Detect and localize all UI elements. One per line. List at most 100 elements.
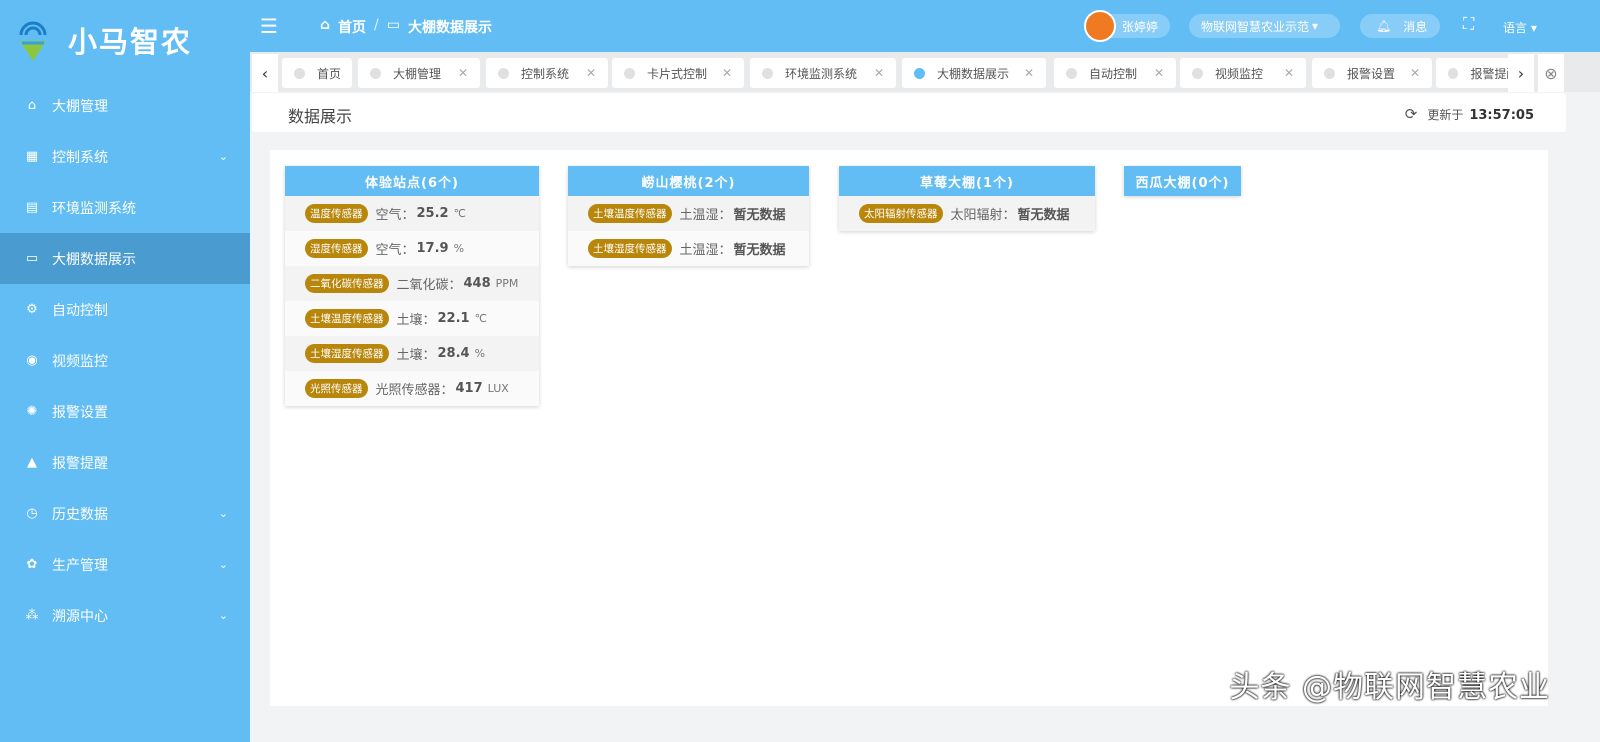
tab-label: 卡片式控制 <box>647 66 708 81</box>
user-name: 张婷婷 <box>1122 19 1159 34</box>
tab-0[interactable]: 首页 <box>282 58 352 88</box>
sensor-value: 25.2 <box>416 206 449 221</box>
sidebar: 小马智农 ⌂ 大棚管理 ▦ 控制系统 ⌄ ▤ 环境监测系统 ▭ 大棚数据展示 ⚙ 自动控制 ◉ 视频监控… <box>0 0 250 742</box>
card-title: 西瓜大棚(0个) <box>1124 166 1241 196</box>
language-label: 语言 <box>1503 21 1528 35</box>
messages-button[interactable]: 🔔︎ 消息 <box>1360 14 1440 38</box>
sensor-label: 空气： <box>375 243 415 258</box>
sensor-badge: 土壤温度传感器 <box>305 309 389 328</box>
project-name: 物联网智慧农业示范 <box>1201 19 1310 34</box>
sidebar-item-2[interactable]: ▤ 环境监测系统 <box>0 182 250 233</box>
tab-status-dot <box>370 67 381 79</box>
refresh-icon[interactable]: ⟳ <box>1405 105 1418 123</box>
trace-icon: ⁂ <box>25 608 39 623</box>
sidebar-item-4[interactable]: ⚙ 自动控制 <box>0 284 250 335</box>
sensor-row: 太阳辐射传感器 太阳辐射： 暂无数据 <box>839 196 1095 231</box>
sidebar-item-5[interactable]: ◉ 视频监控 <box>0 335 250 386</box>
language-select[interactable]: 语言 ▾ <box>1503 19 1537 36</box>
tab-scroll-right[interactable]: › <box>1508 54 1534 92</box>
sensor-label: 土温湿： <box>679 208 732 223</box>
tab-label: 首页 <box>317 66 342 81</box>
grid-icon: ▦ <box>25 149 39 164</box>
tab-8[interactable]: 报警设置 ✕ <box>1312 58 1432 88</box>
breadcrumb-current: 大棚数据展示 <box>407 20 492 36</box>
tab-9[interactable]: 报警提醒 <box>1436 58 1516 88</box>
close-icon[interactable]: ✕ <box>1410 66 1420 80</box>
close-icon[interactable]: ✕ <box>586 66 596 80</box>
sensor-badge: 土壤温度传感器 <box>588 204 672 223</box>
sidebar-item-label: 生产管理 <box>52 557 108 574</box>
tab-bar: ‹ 首页 大棚管理 ✕ 控制系统 ✕ 卡片式控制 ✕ 环境监测系统 ✕ 大棚数据展示 ✕ 自动控制 ✕ 视… <box>250 52 1600 92</box>
sidebar-item-0[interactable]: ⌂ 大棚管理 <box>0 80 250 131</box>
chevron-down-icon[interactable]: ⌄ <box>219 609 228 622</box>
top-header: ☰ ⌂ 首页 / ▭ 大棚数据展示 张婷婷 物联网智慧农业示范 ▾ 🔔︎ 消息 ⛶ … <box>250 0 1600 52</box>
breadcrumb-home[interactable]: 首页 <box>338 17 366 37</box>
tab-status-dot <box>1448 67 1459 79</box>
project-select[interactable]: 物联网智慧农业示范 ▾ <box>1189 14 1340 38</box>
sensor-row: 二氧化碳传感器 二氧化碳： 448 PPM <box>285 266 539 301</box>
tab-scroll-left[interactable]: ‹ <box>252 54 278 92</box>
user-menu[interactable]: 张婷婷 <box>1084 10 1171 42</box>
close-icon[interactable]: ✕ <box>1284 66 1294 80</box>
logo[interactable]: 小马智农 <box>0 0 250 80</box>
sensor-row: 光照传感器 光照传感器： 417 LUX <box>285 371 539 406</box>
sensor-label: 光照传感器： <box>375 383 454 398</box>
close-icon[interactable]: ✕ <box>458 66 468 80</box>
tab-1[interactable]: 大棚管理 ✕ <box>358 58 480 88</box>
monitor-chart-icon: ▤ <box>25 200 39 215</box>
tab-label: 环境监测系统 <box>785 66 858 81</box>
tab-2[interactable]: 控制系统 ✕ <box>486 58 608 88</box>
sensor-value: 22.1 <box>437 311 470 326</box>
greenhouse-card: 体验站点(6个) 温度传感器 空气： 25.2 ℃ 湿度传感器 空气： 17.9% 二氧化碳传感… <box>285 166 539 406</box>
sidebar-item-7[interactable]: ▲ 报警提醒 <box>0 437 250 488</box>
sidebar-item-label: 控制系统 <box>52 149 108 166</box>
sidebar-item-label: 报警提醒 <box>52 455 108 472</box>
chevron-down-icon[interactable]: ⌄ <box>219 150 228 163</box>
close-icon[interactable]: ✕ <box>1154 66 1164 80</box>
tab-label: 大棚数据展示 <box>937 66 1010 81</box>
fullscreen-icon[interactable]: ⛶ <box>1463 14 1474 34</box>
tab-label: 控制系统 <box>521 66 570 81</box>
close-icon[interactable]: ✕ <box>722 66 732 80</box>
caret-down-icon: ▾ <box>1312 19 1319 33</box>
sensor-unit: PPM <box>495 277 519 290</box>
sensor-label: 土温湿： <box>679 243 732 258</box>
home-icon: ⌂ <box>27 98 37 113</box>
tab-status-dot <box>498 67 509 79</box>
tab-5[interactable]: 大棚数据展示 ✕ <box>902 58 1046 88</box>
sensor-badge: 温度传感器 <box>305 204 368 223</box>
sensor-badge: 土壤湿度传感器 <box>588 239 672 258</box>
tab-3[interactable]: 卡片式控制 ✕ <box>612 58 744 88</box>
close-icon[interactable]: ✕ <box>1024 66 1034 80</box>
updated-time: 13:57:05 <box>1469 108 1534 123</box>
hamburger-menu-icon[interactable]: ☰ <box>260 14 278 38</box>
tab-label: 视频监控 <box>1215 66 1264 81</box>
tab-6[interactable]: 自动控制 ✕ <box>1054 58 1176 88</box>
sidebar-item-10[interactable]: ⁂ 溯源中心 ⌄ <box>0 590 250 641</box>
tab-4[interactable]: 环境监测系统 ✕ <box>750 58 896 88</box>
watermark: 头条 @物联网智慧农业 <box>1229 670 1550 705</box>
sensor-badge: 太阳辐射传感器 <box>859 204 943 223</box>
chevron-down-icon[interactable]: ⌄ <box>219 558 228 571</box>
sidebar-item-1[interactable]: ▦ 控制系统 ⌄ <box>0 131 250 182</box>
sensor-badge: 土壤湿度传感器 <box>305 344 389 363</box>
auto-icon: ⚙ <box>26 302 38 317</box>
chevron-down-icon[interactable]: ⌄ <box>219 507 228 520</box>
card-title: 崂山樱桃(2个) <box>568 166 809 196</box>
sensor-unit: % <box>474 347 486 360</box>
tab-7[interactable]: 视频监控 ✕ <box>1180 58 1306 88</box>
sidebar-item-6[interactable]: ✺ 报警设置 <box>0 386 250 437</box>
sidebar-item-3[interactable]: ▭ 大棚数据展示 <box>0 233 250 284</box>
card-title: 体验站点(6个) <box>285 166 539 196</box>
alarm-icon: ✺ <box>26 404 38 419</box>
sensor-value: 暂无数据 <box>733 208 786 223</box>
sidebar-item-label: 历史数据 <box>52 506 108 523</box>
tab-status-dot <box>762 67 773 79</box>
bell-icon: 🔔︎ <box>1376 19 1392 33</box>
sidebar-item-8[interactable]: ◷ 历史数据 ⌄ <box>0 488 250 539</box>
sidebar-item-label: 大棚管理 <box>52 98 108 115</box>
sidebar-item-9[interactable]: ✿ 生产管理 ⌄ <box>0 539 250 590</box>
close-all-tabs-icon[interactable]: ⊗ <box>1538 54 1564 92</box>
close-icon[interactable]: ✕ <box>874 66 884 80</box>
tab-label: 大棚管理 <box>393 66 442 81</box>
